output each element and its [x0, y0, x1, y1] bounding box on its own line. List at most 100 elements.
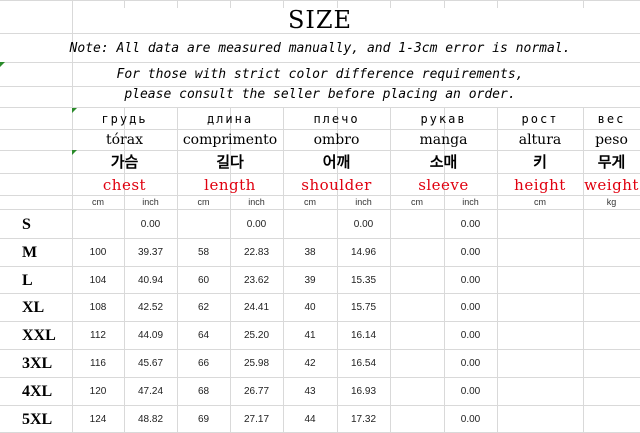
- comment-marker-icon: [72, 108, 77, 113]
- header-english-height: height: [514, 176, 566, 194]
- header-korean-chest: 가슴: [110, 153, 139, 171]
- cell-cm: [390, 211, 444, 238]
- cell-inch: 0.00: [460, 330, 481, 341]
- header-russian-length: длина: [206, 112, 254, 126]
- cell-cm: 42: [304, 358, 316, 369]
- cell-inch: 25.98: [243, 358, 270, 369]
- cell-cm: 69: [197, 414, 210, 425]
- cell-height: [497, 378, 583, 405]
- cell-inch: 16.54: [350, 358, 377, 369]
- cell-inch: 26.77: [243, 386, 270, 397]
- cell-height: [497, 406, 583, 433]
- cell-inch: 48.82: [137, 414, 164, 425]
- cell-weight: [583, 406, 640, 433]
- cell-cm: [390, 350, 444, 377]
- cell-cm: 66: [197, 358, 210, 369]
- cell-cm: [72, 211, 124, 238]
- page-title: SIZE: [287, 6, 353, 34]
- cell-weight: [583, 211, 640, 238]
- header-english-weight: weight: [584, 176, 639, 194]
- header-english-chest: chest: [102, 176, 147, 194]
- header-korean-height: 키: [533, 153, 547, 171]
- unit-label: cm: [92, 197, 104, 207]
- cell-inch: 23.62: [243, 275, 270, 286]
- cell-cm: [390, 267, 444, 294]
- cell-cm: 124: [89, 414, 107, 425]
- cell-inch: 0.00: [460, 247, 481, 258]
- header-portuguese-weight: peso: [595, 132, 628, 148]
- cell-inch: 0.00: [460, 414, 481, 425]
- cell-cm: 62: [197, 302, 210, 313]
- unit-label: inch: [142, 197, 159, 207]
- cell-cm: [390, 239, 444, 266]
- cell-weight: [583, 350, 640, 377]
- header-russian-height: рост: [521, 112, 559, 126]
- header-portuguese-shoulder: ombro: [313, 132, 360, 148]
- comment-marker-icon: [0, 62, 5, 67]
- unit-label: cm: [534, 197, 546, 207]
- cell-weight: [583, 294, 640, 321]
- unit-label: cm: [304, 197, 316, 207]
- cell-cm: [390, 294, 444, 321]
- cell-cm: [283, 211, 337, 238]
- cell-weight: [583, 322, 640, 349]
- cell-cm: 112: [90, 330, 106, 341]
- cell-cm: 108: [89, 302, 107, 313]
- cell-cm: 60: [197, 275, 210, 286]
- header-russian-chest: грудь: [101, 112, 148, 126]
- cell-inch: 17.32: [350, 414, 377, 425]
- unit-label: inch: [248, 197, 265, 207]
- header-portuguese-height: altura: [518, 132, 562, 148]
- cell-inch: 25.20: [243, 330, 270, 341]
- unit-label: cm: [197, 197, 210, 207]
- cell-inch: 24.41: [243, 302, 270, 313]
- cell-cm: 64: [197, 330, 210, 341]
- header-russian-shoulder: плечо: [313, 112, 360, 126]
- cell-inch: 39.37: [137, 247, 164, 258]
- unit-label: inch: [355, 197, 372, 207]
- cell-inch: 0.00: [140, 219, 161, 230]
- cell-weight: [583, 267, 640, 294]
- cell-inch: 22.83: [243, 247, 270, 258]
- cell-inch: 40.94: [137, 275, 164, 286]
- cell-inch: 16.14: [350, 330, 377, 341]
- cell-cm: 100: [89, 247, 107, 258]
- header-korean-weight: 무게: [597, 153, 626, 171]
- cell-cm: 116: [90, 358, 106, 369]
- cell-cm: [390, 322, 444, 349]
- cell-cm: [390, 378, 444, 405]
- cell-weight: [583, 239, 640, 266]
- cell-inch: 44.09: [137, 330, 164, 341]
- note-line-1: Note: All data are measured manually, an…: [69, 41, 571, 56]
- header-portuguese-sleeve: manga: [419, 132, 468, 148]
- cell-weight: [583, 378, 640, 405]
- header-portuguese-chest: tórax: [106, 132, 143, 148]
- cell-height: [497, 322, 583, 349]
- cell-inch: 15.35: [350, 275, 377, 286]
- cell-cm: 68: [197, 386, 210, 397]
- cell-height: [497, 350, 583, 377]
- unit-label: kg: [606, 197, 617, 207]
- cell-inch: 14.96: [350, 247, 377, 258]
- note-line-3: please consult the seller before placing…: [124, 87, 516, 102]
- header-korean-length: 길다: [216, 153, 244, 171]
- cell-inch: 16.93: [350, 386, 377, 397]
- cell-height: [497, 294, 583, 321]
- cell-cm: [177, 211, 230, 238]
- cell-inch: 42.52: [137, 302, 164, 313]
- cell-inch: 0.00: [460, 219, 481, 230]
- unit-label: cm: [411, 197, 423, 207]
- cell-inch: 27.17: [243, 414, 270, 425]
- header-english-sleeve: sleeve: [418, 176, 469, 194]
- header-russian-weight: вес: [597, 112, 626, 126]
- cell-inch: 47.24: [137, 386, 164, 397]
- cell-cm: 58: [197, 247, 210, 258]
- header-korean-shoulder: 어깨: [322, 153, 351, 171]
- cell-cm: 120: [89, 386, 107, 397]
- cell-cm: 41: [304, 330, 316, 341]
- cell-height: [497, 211, 583, 238]
- cell-height: [497, 267, 583, 294]
- header-english-shoulder: shoulder: [301, 176, 372, 194]
- cell-inch: 0.00: [460, 302, 481, 313]
- cell-cm: 40: [304, 302, 316, 313]
